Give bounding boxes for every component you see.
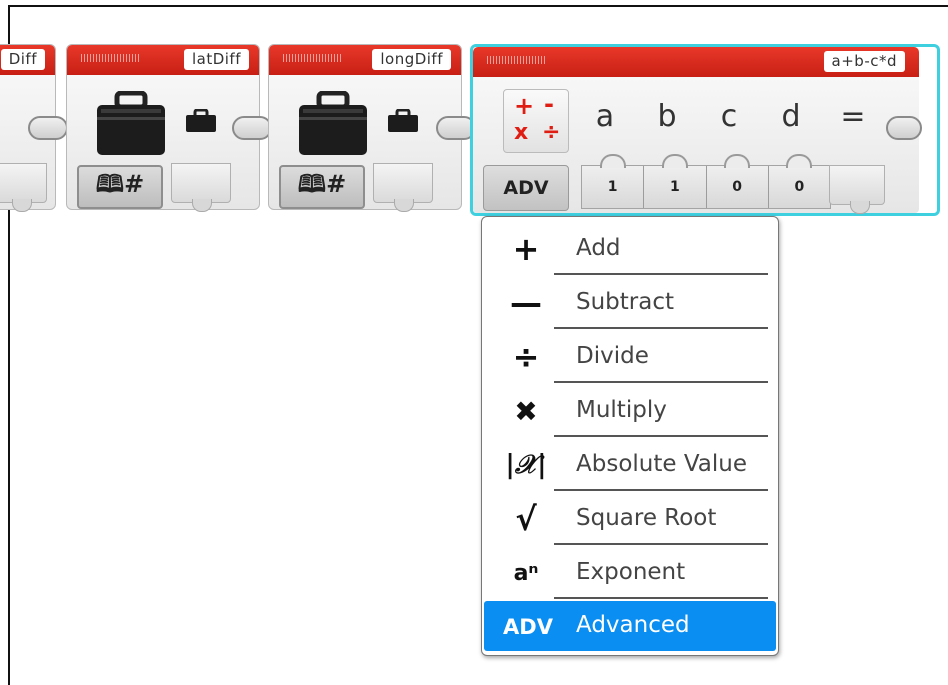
input-fields: 1 1 0 0: [581, 154, 831, 209]
variable-mode-selector[interactable]: 🕮#: [279, 165, 365, 209]
math-operations-icon: + - x ÷: [503, 89, 569, 153]
block-title: a+b-c*d: [823, 51, 905, 72]
menu-item-label: Add: [576, 235, 621, 261]
input-c[interactable]: 0: [706, 154, 769, 208]
menu-item-absolute-value[interactable]: |𝒳| Absolute Value: [482, 437, 778, 491]
result-equals-label: =: [840, 99, 866, 134]
square-root-icon: √: [515, 500, 537, 538]
input-c-value: 0: [732, 179, 742, 195]
exponent-icon: aⁿ: [513, 560, 539, 586]
input-b-value: 1: [670, 179, 680, 195]
input-b[interactable]: 1: [644, 154, 707, 208]
longdiff-variable-block[interactable]: longDiff 🕮#: [268, 44, 462, 212]
block-header: a+b-c*d: [473, 47, 919, 77]
block-header: latDiff: [67, 45, 259, 75]
mode-selector-button[interactable]: ADV: [483, 165, 569, 211]
menu-item-exponent[interactable]: aⁿ Exponent: [482, 545, 778, 599]
param-label-d: d: [781, 99, 801, 134]
briefcase-icon: [97, 91, 165, 155]
latdiff-variable-block[interactable]: latDiff 🕮#: [66, 44, 260, 212]
menu-item-multiply[interactable]: ✖ Multiply: [482, 383, 778, 437]
result-output-pad: [829, 165, 885, 214]
block-header: longDiff: [269, 45, 461, 75]
param-label-c: c: [720, 99, 738, 134]
divide-icon: ÷: [512, 338, 540, 376]
menu-divider: [554, 597, 768, 599]
input-d-value: 0: [794, 179, 805, 195]
menu-item-subtract[interactable]: — Subtract: [482, 275, 778, 329]
param-label-a: a: [595, 99, 615, 134]
menu-item-label: Exponent: [576, 559, 686, 585]
block-title: Diff: [0, 49, 45, 70]
input-a-value: 1: [607, 179, 618, 195]
menu-item-label: Advanced: [576, 612, 690, 638]
input-d[interactable]: 0: [768, 154, 830, 208]
drag-grip[interactable]: [283, 54, 343, 62]
multiply-icon: ✖: [514, 394, 538, 428]
menu-item-divide[interactable]: ÷ Divide: [482, 329, 778, 383]
menu-item-label: Absolute Value: [576, 451, 747, 477]
menu-item-advanced[interactable]: ADV Advanced: [484, 601, 776, 651]
menu-item-add[interactable]: + Add: [482, 221, 778, 275]
math-mode-menu: + Add — Subtract ÷ Divide ✖ Multiply |𝒳|…: [481, 216, 779, 656]
menu-item-square-root[interactable]: √ Square Root: [482, 491, 778, 545]
briefcase-small-icon: [186, 109, 216, 132]
wire-plug[interactable]: [232, 116, 272, 140]
block-title: latDiff: [183, 49, 249, 70]
math-block[interactable]: a+b-c*d + - x ÷ ADV a b c d = 1 1 0 0: [470, 44, 940, 216]
param-label-b: b: [657, 99, 677, 134]
block-header: Diff: [0, 45, 55, 75]
drag-grip[interactable]: [81, 54, 141, 62]
menu-item-label: Subtract: [576, 289, 675, 315]
wire-plug[interactable]: [28, 116, 68, 140]
menu-item-label: Square Root: [576, 505, 717, 531]
plus-icon: +: [512, 230, 540, 268]
result-wire-plug[interactable]: [886, 116, 922, 140]
drag-grip[interactable]: [487, 56, 547, 64]
menu-item-label: Multiply: [576, 397, 667, 423]
minus-icon: —: [510, 284, 542, 322]
briefcase-icon: [299, 91, 367, 155]
variable-mode-selector[interactable]: 🕮#: [77, 165, 163, 209]
input-a[interactable]: 1: [582, 154, 645, 208]
output-pad: [0, 163, 47, 212]
advanced-icon: ADV: [503, 615, 553, 639]
output-pad: [171, 163, 231, 212]
block-title: longDiff: [372, 49, 451, 70]
menu-item-label: Divide: [576, 343, 649, 369]
output-pad: [373, 163, 433, 212]
briefcase-small-icon: [388, 109, 418, 132]
math-block-body: a+b-c*d + - x ÷ ADV a b c d = 1 1 0 0: [473, 47, 919, 214]
absolute-value-icon: |𝒳|: [505, 449, 547, 480]
